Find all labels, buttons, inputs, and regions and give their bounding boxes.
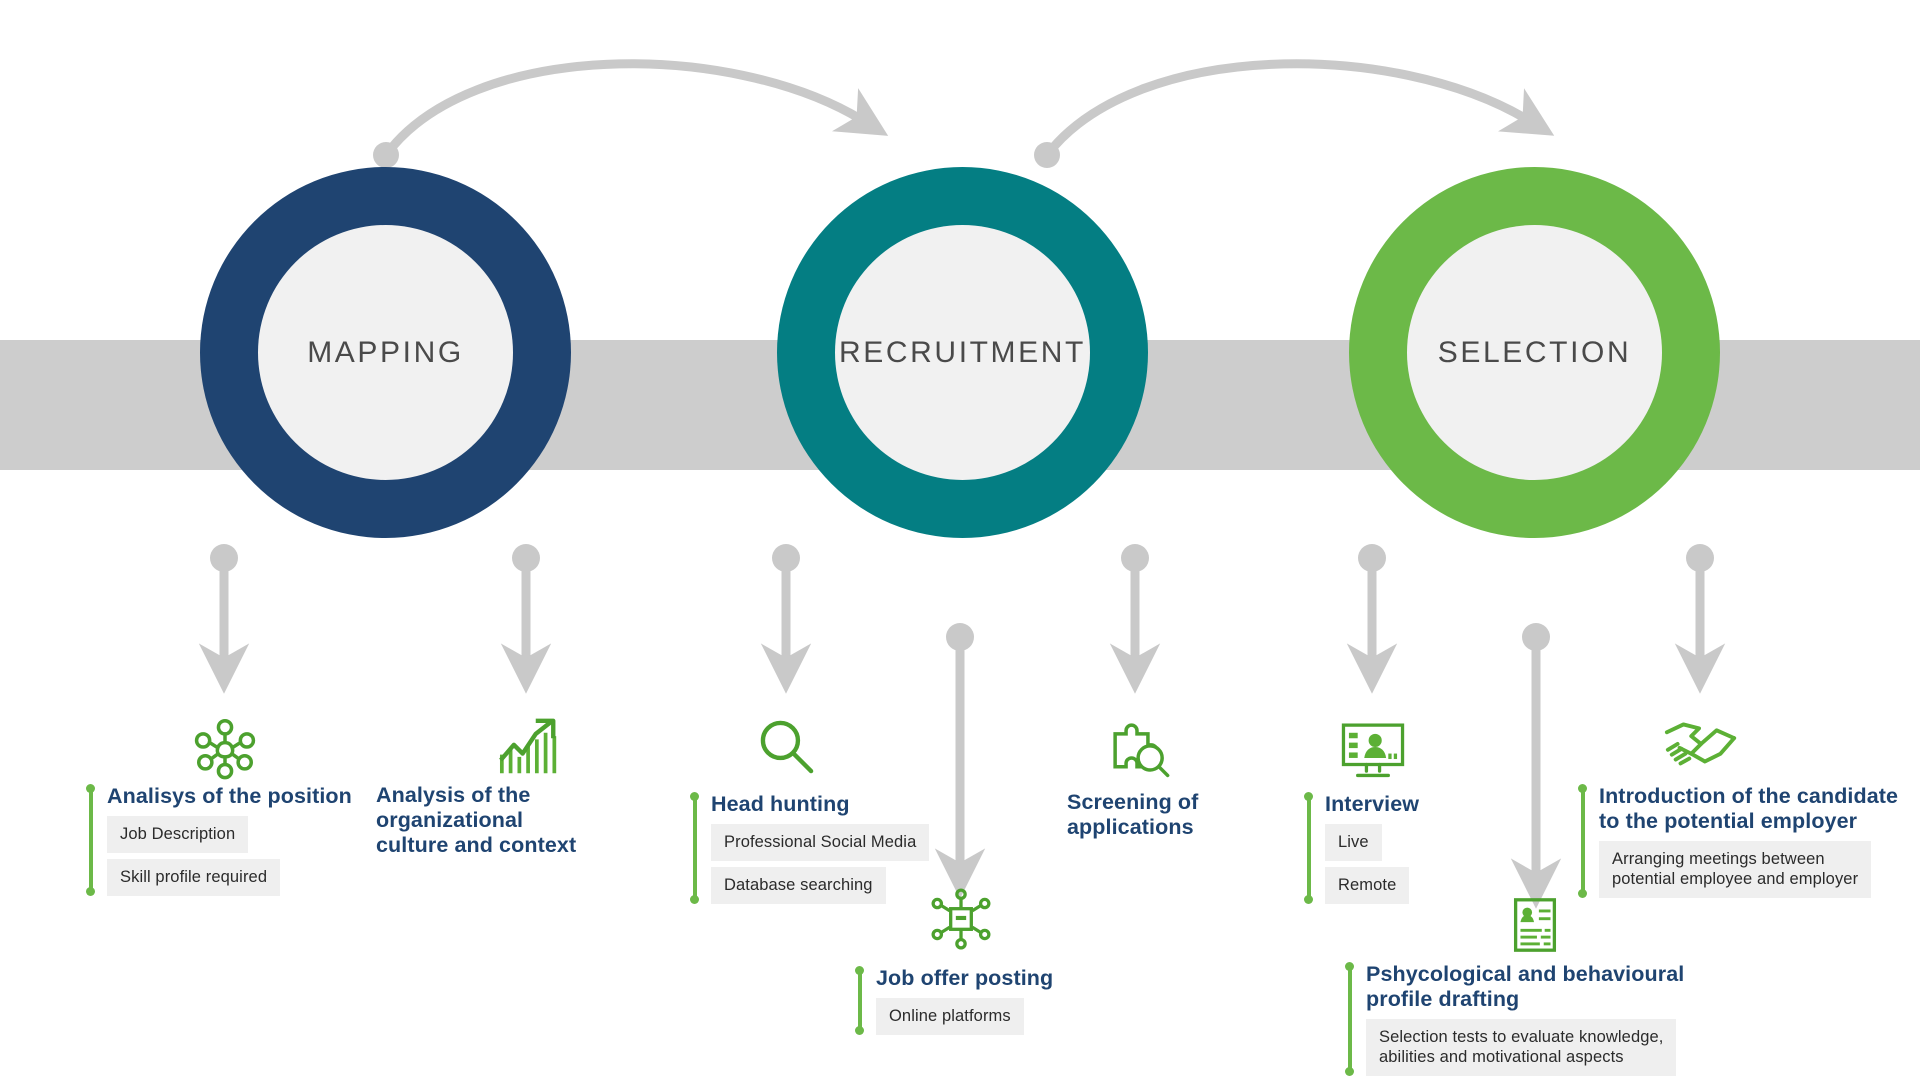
task-chip[interactable]: Skill profile required bbox=[107, 859, 281, 896]
stage-circle-inner: SELECTION bbox=[1407, 225, 1662, 480]
task-introduction-of-candidate[interactable]: Introduction of the candidate to the pot… bbox=[1578, 784, 1908, 898]
growth-chart-icon bbox=[492, 712, 562, 782]
task-chip[interactable]: Live bbox=[1325, 824, 1382, 861]
rail-line bbox=[1347, 967, 1352, 1071]
rail-dot-top bbox=[86, 784, 95, 793]
task-screening-of-applications[interactable]: Screening of applications bbox=[1067, 790, 1267, 840]
task-head-hunting[interactable]: Head hunting Professional Social Media D… bbox=[690, 792, 950, 904]
task-rail bbox=[86, 784, 95, 896]
rail-dot-bottom bbox=[86, 887, 95, 896]
task-title: Introduction of the candidate to the pot… bbox=[1599, 784, 1899, 833]
task-chip[interactable]: Arranging meetings between potential emp… bbox=[1599, 841, 1872, 898]
stage-circle-inner: MAPPING bbox=[258, 225, 513, 480]
task-title: Pshycological and behavioural profile dr… bbox=[1366, 962, 1685, 1011]
rail-dot-bottom bbox=[1345, 1067, 1354, 1076]
magnifier-icon bbox=[752, 712, 822, 782]
task-chip[interactable]: Database searching bbox=[711, 867, 886, 904]
puzzle-magnifier-icon bbox=[1102, 712, 1172, 782]
task-chip[interactable]: Professional Social Media bbox=[711, 824, 930, 861]
task-title: Head hunting bbox=[711, 792, 850, 816]
task-title: Screening of applications bbox=[1067, 790, 1199, 839]
task-psychological-profile[interactable]: Pshycological and behavioural profile dr… bbox=[1345, 962, 1685, 1076]
task-chip[interactable]: Job Description bbox=[107, 816, 249, 853]
task-chip[interactable]: Remote bbox=[1325, 867, 1410, 904]
rail-line bbox=[692, 797, 697, 899]
task-analysis-of-culture[interactable]: Analysis of the organizational culture a… bbox=[376, 783, 676, 858]
task-chip[interactable]: Online platforms bbox=[876, 998, 1024, 1035]
task-rail bbox=[690, 792, 699, 904]
task-chip[interactable]: Selection tests to evaluate knowledge, a… bbox=[1366, 1019, 1677, 1076]
stage-label-recruitment: RECRUITMENT bbox=[839, 335, 1086, 369]
task-rail bbox=[855, 966, 864, 1035]
task-analysis-of-the-position[interactable]: Analisys of the position Job Description… bbox=[86, 784, 376, 896]
stage-circle-inner: RECRUITMENT bbox=[835, 225, 1090, 480]
stage-circle-recruitment[interactable]: RECRUITMENT bbox=[777, 167, 1148, 538]
task-rail bbox=[1345, 962, 1354, 1076]
rail-dot-bottom bbox=[690, 895, 699, 904]
rail-dot-bottom bbox=[1578, 889, 1587, 898]
task-title: Interview bbox=[1325, 792, 1420, 816]
stage-circle-selection[interactable]: SELECTION bbox=[1349, 167, 1720, 538]
handshake-icon bbox=[1662, 706, 1740, 778]
rail-dot-top bbox=[1578, 784, 1587, 793]
task-title: Job offer posting bbox=[876, 966, 1054, 990]
rail-dot-bottom bbox=[1304, 895, 1313, 904]
task-rail bbox=[1578, 784, 1587, 898]
stage-label-mapping: MAPPING bbox=[307, 335, 464, 369]
rail-dot-top bbox=[1304, 792, 1313, 801]
task-title: Analysis of the organizational culture a… bbox=[376, 783, 577, 857]
network-nodes-icon bbox=[190, 712, 260, 782]
stage-label-selection: SELECTION bbox=[1437, 335, 1632, 369]
rail-dot-top bbox=[1345, 962, 1354, 971]
rail-dot-bottom bbox=[855, 1026, 864, 1035]
rail-dot-top bbox=[855, 966, 864, 975]
task-rail bbox=[1304, 792, 1313, 904]
rail-line bbox=[857, 971, 862, 1030]
rail-line bbox=[88, 789, 93, 891]
infographic-canvas: MAPPING RECRUITMENT SELECTION Analisys o… bbox=[0, 0, 1920, 1080]
resume-document-icon bbox=[1504, 894, 1566, 956]
task-title: Analisys of the position bbox=[107, 784, 352, 808]
rail-dot-top bbox=[690, 792, 699, 801]
video-interview-icon bbox=[1338, 712, 1408, 782]
task-job-offer-posting[interactable]: Job offer posting Online platforms bbox=[855, 966, 1085, 1035]
rail-line bbox=[1580, 789, 1585, 893]
task-interview[interactable]: Interview Live Remote bbox=[1304, 792, 1494, 904]
rail-line bbox=[1306, 797, 1311, 899]
stage-circle-mapping[interactable]: MAPPING bbox=[200, 167, 571, 538]
